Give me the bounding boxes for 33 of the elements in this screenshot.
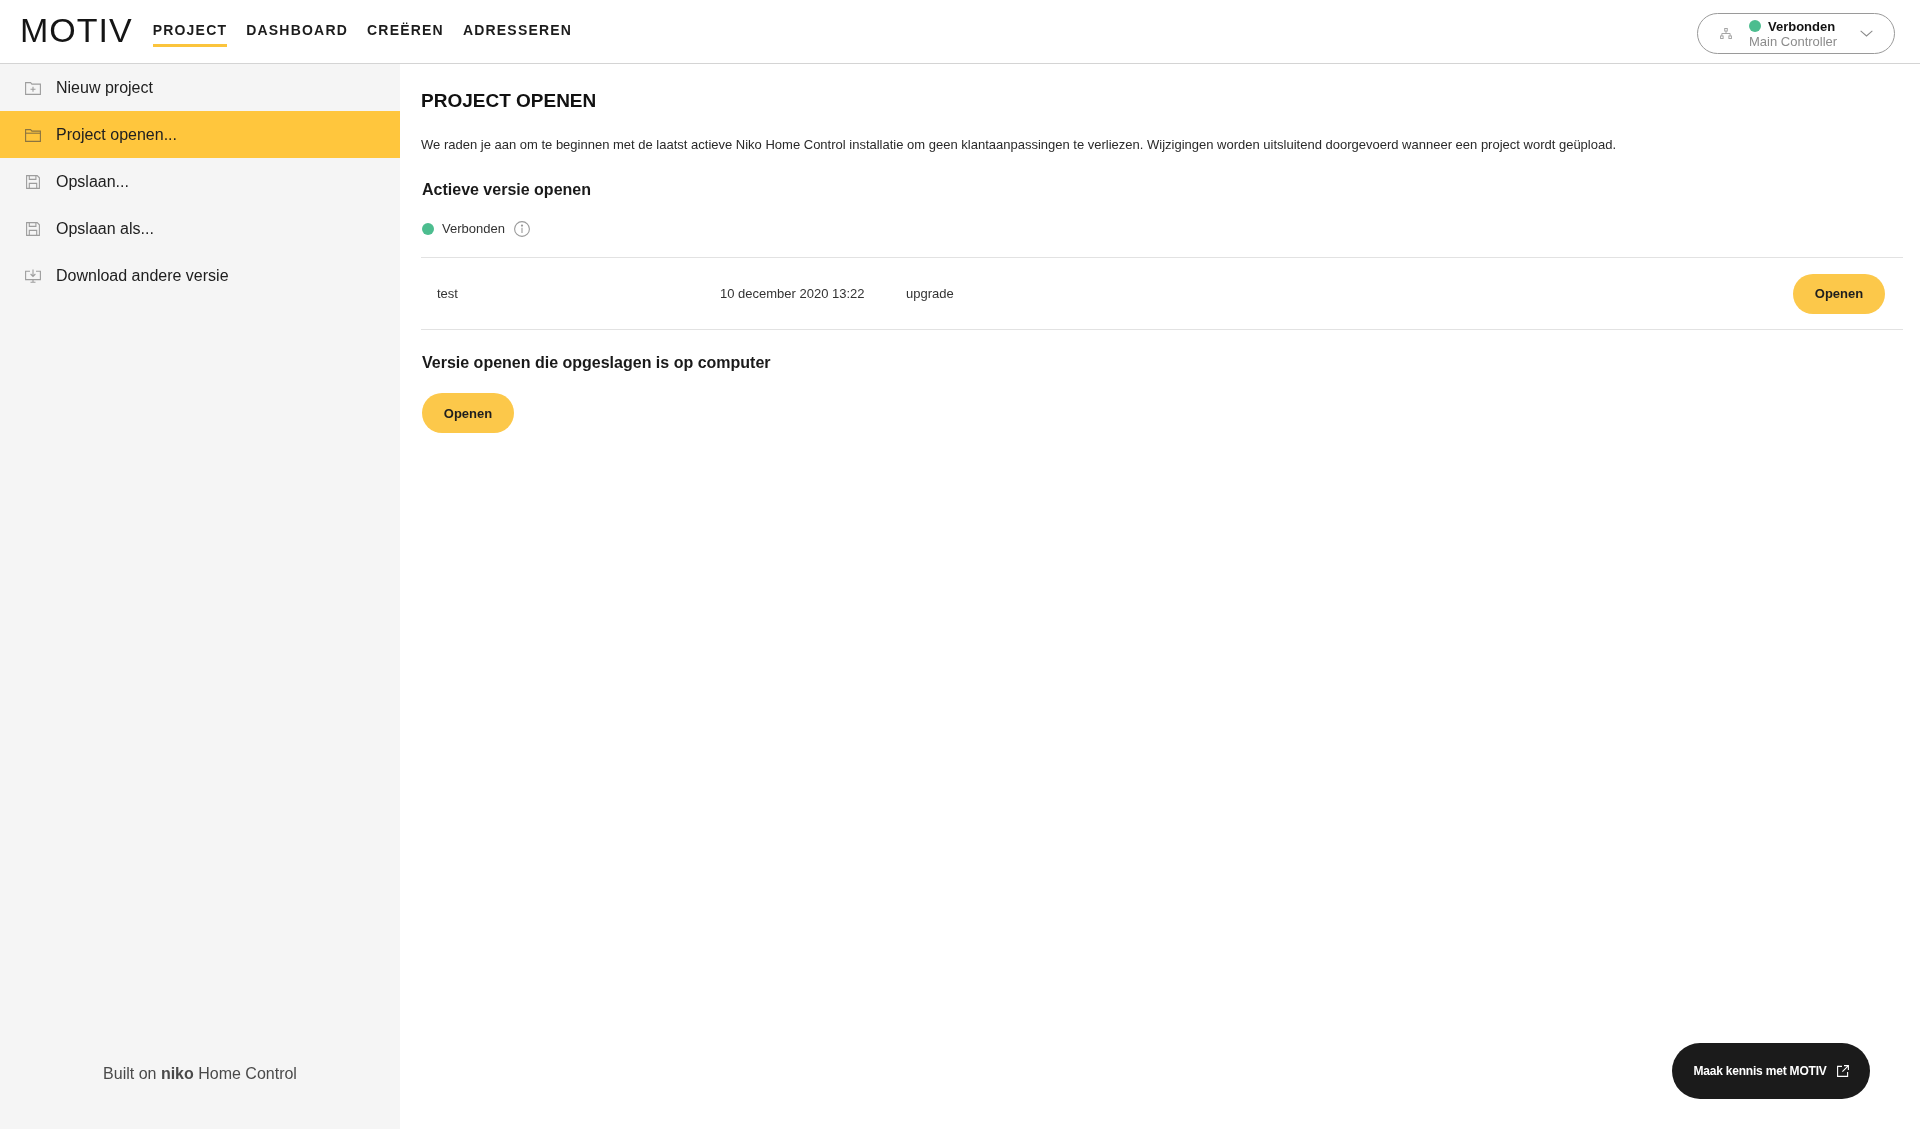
nav-tab[interactable]: PROJECT [152, 0, 228, 47]
connection-status: Verbonden [1768, 18, 1836, 34]
controller-name: Main Controller [1749, 34, 1838, 49]
open-button[interactable]: Openen [422, 393, 514, 433]
footer-credit: Built on niko Home Control [102, 1064, 298, 1084]
status-label: Verbonden [442, 220, 505, 238]
page-title: PROJECT OPENEN [421, 89, 598, 113]
nav-tab[interactable]: ADRESSEREN [462, 0, 573, 47]
folder-plus-icon [25, 80, 41, 95]
external-link-icon [1836, 1065, 1849, 1077]
sidebar-item[interactable]: Opslaan als... [0, 205, 400, 252]
floppy-disk-icon [25, 221, 41, 236]
section-heading: Versie openen die opgeslagen is op computer [422, 353, 772, 373]
nav-tab[interactable]: DASHBOARD [246, 0, 348, 47]
open-button[interactable]: Openen [1793, 273, 1885, 314]
intro-text: We raden je aan om te beginnen met de laatst actieve Niko Home Control installatie om geen klantaanpassingen te verliezen. Wijzigingen worden uitsluitend doorgevoerd wanneer een project wordt geüpload. [421, 136, 1618, 154]
table-cell-text: test [437, 284, 459, 303]
table-cell-text: 10 december 2020 13:22 [720, 284, 866, 303]
sidebar-item[interactable]: Opslaan... [0, 158, 400, 205]
logo: MOTIV [20, 13, 133, 47]
folder-icon [25, 127, 41, 142]
table-cell-text: upgrade [906, 284, 955, 303]
download-icon [25, 268, 41, 283]
section-heading: Actieve versie openen [422, 180, 592, 200]
sidebar-item[interactable]: Project openen... [0, 111, 400, 158]
learn-more-button[interactable]: Maak kennis met MOTIV [1672, 1043, 1870, 1099]
sidebar-item[interactable]: Nieuw project [0, 64, 400, 111]
floppy-disk-icon [25, 174, 41, 189]
info-icon [513, 221, 530, 237]
network-icon [1720, 28, 1732, 39]
chevron-down-icon [1860, 30, 1873, 37]
sidebar-item[interactable]: Download andere versie [0, 252, 400, 299]
nav-tab[interactable]: CREËREN [367, 0, 444, 47]
